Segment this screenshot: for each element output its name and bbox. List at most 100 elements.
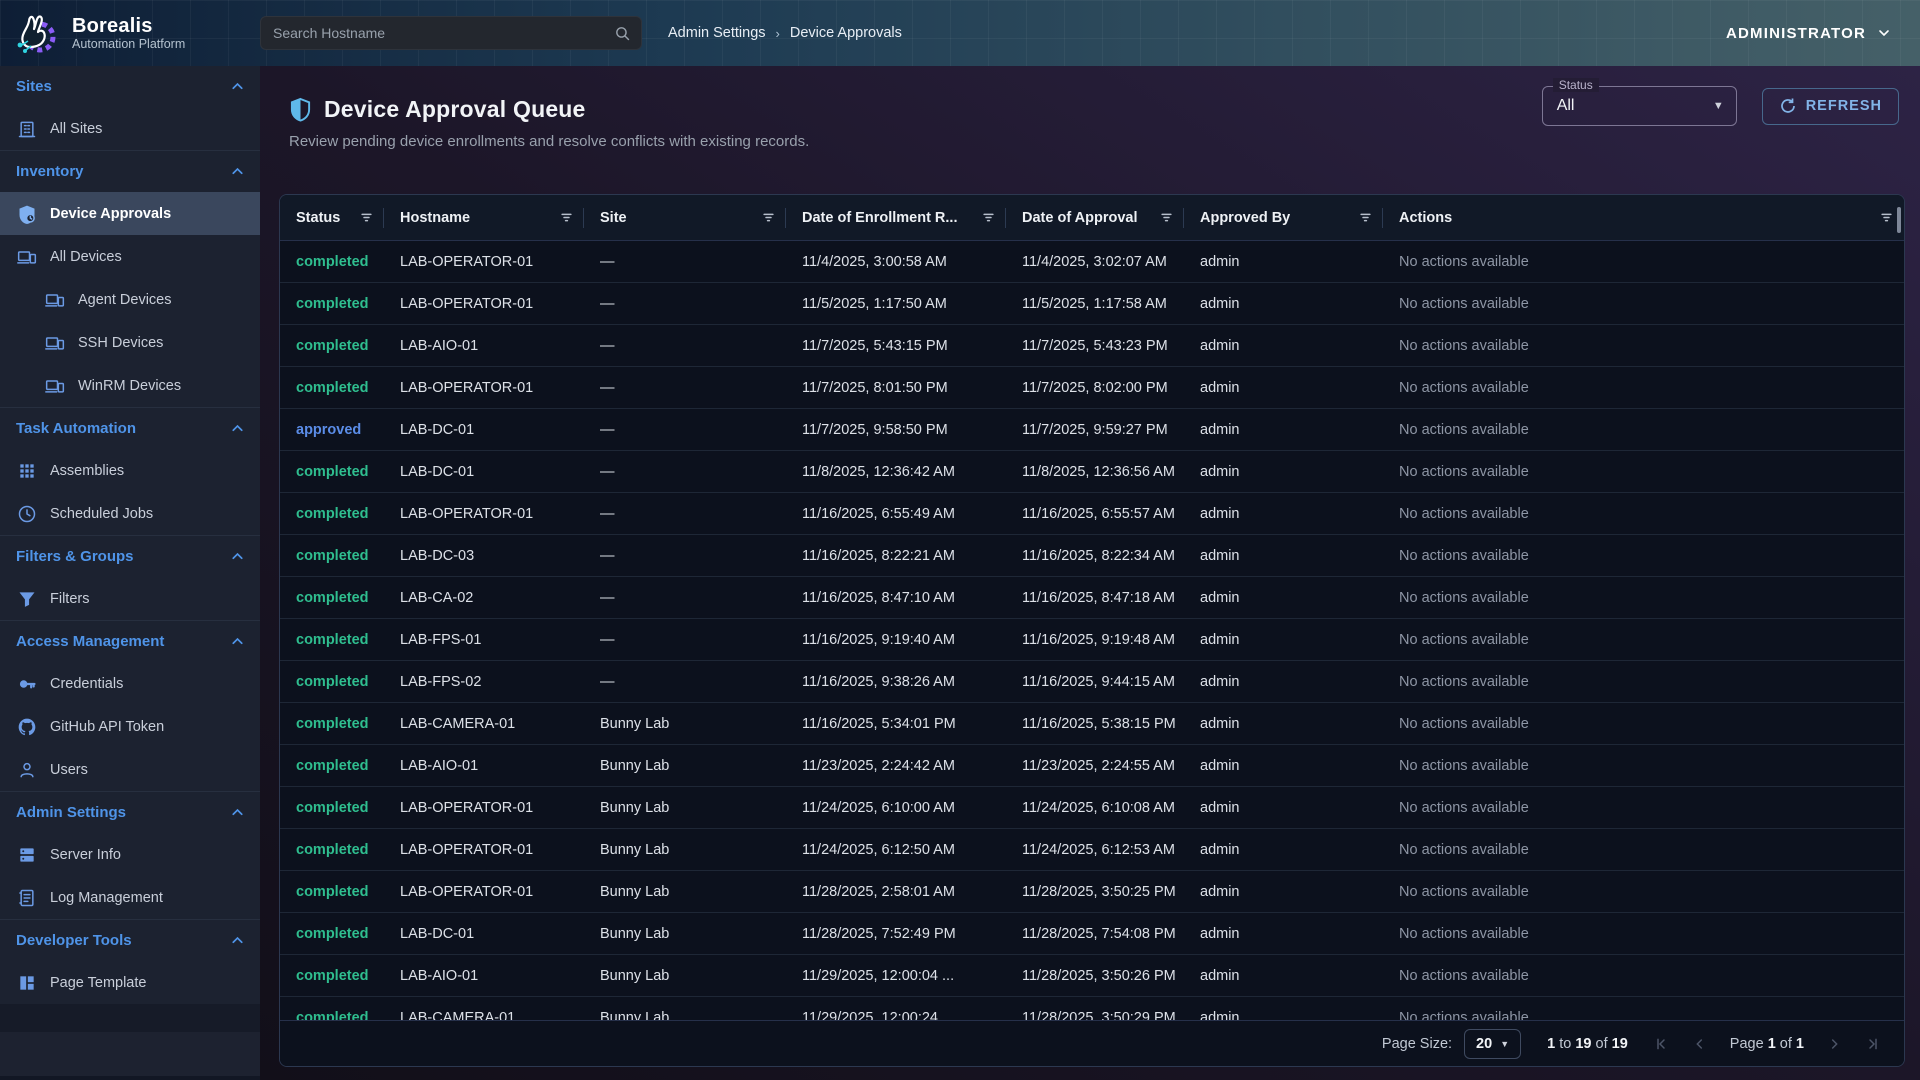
previous-page-button[interactable] bbox=[1692, 1036, 1708, 1052]
chevron-up-icon[interactable] bbox=[229, 420, 246, 437]
sidebar-item-log-management[interactable]: Log Management bbox=[0, 876, 260, 919]
cell-status: completed bbox=[280, 451, 384, 492]
column-filter-icon[interactable] bbox=[1151, 210, 1174, 225]
sidebar-item-filters[interactable]: Filters bbox=[0, 577, 260, 620]
status-filter-select[interactable]: Status All ▼ bbox=[1542, 86, 1737, 126]
first-page-button[interactable] bbox=[1654, 1036, 1670, 1052]
column-header-date-of-approval[interactable]: Date of Approval bbox=[1006, 195, 1184, 240]
cell-site: — bbox=[584, 661, 786, 702]
column-header-approved-by[interactable]: Approved By bbox=[1184, 195, 1383, 240]
cell-enrolled: 11/29/2025, 12:00:24 ... bbox=[786, 997, 1006, 1020]
cell-approved_by: admin bbox=[1184, 325, 1383, 366]
chevron-up-icon[interactable] bbox=[229, 163, 246, 180]
table-row[interactable]: completedLAB-DC-03—11/16/2025, 8:22:21 A… bbox=[280, 535, 1904, 577]
page-size-select[interactable]: 20 ▼ bbox=[1464, 1029, 1521, 1059]
column-filter-icon[interactable] bbox=[1871, 210, 1894, 225]
column-header-site[interactable]: Site bbox=[584, 195, 786, 240]
column-filter-icon[interactable] bbox=[351, 210, 374, 225]
sidebar-section-label: Admin Settings bbox=[16, 804, 126, 821]
chevron-up-icon[interactable] bbox=[229, 78, 246, 95]
sidebar-item-ssh-devices[interactable]: SSH Devices bbox=[0, 321, 260, 364]
cell-enrolled: 11/23/2025, 2:24:42 AM bbox=[786, 745, 1006, 786]
search-input[interactable] bbox=[273, 25, 614, 41]
sidebar-item-github-api-token[interactable]: GitHub API Token bbox=[0, 705, 260, 748]
sidebar-item-winrm-devices[interactable]: WinRM Devices bbox=[0, 364, 260, 407]
column-filter-icon[interactable] bbox=[551, 210, 574, 225]
hostname-search[interactable] bbox=[260, 16, 642, 50]
table-row[interactable]: completedLAB-FPS-01—11/16/2025, 9:19:40 … bbox=[280, 619, 1904, 661]
sidebar-item-scheduled-jobs[interactable]: Scheduled Jobs bbox=[0, 492, 260, 535]
table-row[interactable]: completedLAB-OPERATOR-01Bunny Lab11/24/2… bbox=[280, 829, 1904, 871]
table-row[interactable]: completedLAB-AIO-01—11/7/2025, 5:43:15 P… bbox=[280, 325, 1904, 367]
cell-enrolled: 11/16/2025, 5:34:01 PM bbox=[786, 703, 1006, 744]
sidebar-item-all-sites[interactable]: All Sites bbox=[0, 107, 260, 150]
column-filter-icon[interactable] bbox=[753, 210, 776, 225]
table-row[interactable]: completedLAB-DC-01—11/8/2025, 12:36:42 A… bbox=[280, 451, 1904, 493]
refresh-button[interactable]: REFRESH bbox=[1762, 88, 1899, 125]
status-filter-label: Status bbox=[1553, 78, 1599, 92]
page-subtitle: Review pending device enrollments and re… bbox=[289, 133, 1905, 150]
table-row[interactable]: approvedLAB-DC-01—11/7/2025, 9:58:50 PM1… bbox=[280, 409, 1904, 451]
column-header-date-of-enrollment-r-[interactable]: Date of Enrollment R... bbox=[786, 195, 1006, 240]
sidebar-item-all-devices[interactable]: All Devices bbox=[0, 235, 260, 278]
sidebar-item-assemblies[interactable]: Assemblies bbox=[0, 449, 260, 492]
cell-approved: 11/24/2025, 6:12:53 AM bbox=[1006, 829, 1184, 870]
header-controls: Status All ▼ REFRESH bbox=[1542, 86, 1899, 126]
cell-hostname: LAB-AIO-01 bbox=[384, 325, 584, 366]
table-row[interactable]: completedLAB-OPERATOR-01Bunny Lab11/24/2… bbox=[280, 787, 1904, 829]
sidebar-item-agent-devices[interactable]: Agent Devices bbox=[0, 278, 260, 321]
table-row[interactable]: completedLAB-OPERATOR-01—11/4/2025, 3:00… bbox=[280, 241, 1904, 283]
chevron-up-icon[interactable] bbox=[229, 932, 246, 949]
cell-site: Bunny Lab bbox=[584, 871, 786, 912]
next-page-button[interactable] bbox=[1826, 1036, 1842, 1052]
cell-site: — bbox=[584, 409, 786, 450]
search-icon[interactable] bbox=[614, 25, 631, 42]
sidebar-section-header[interactable]: Developer Tools bbox=[0, 920, 260, 961]
cell-enrolled: 11/16/2025, 8:22:21 AM bbox=[786, 535, 1006, 576]
chevron-up-icon[interactable] bbox=[229, 804, 246, 821]
sidebar-item-users[interactable]: Users bbox=[0, 748, 260, 791]
table-row[interactable]: completedLAB-AIO-01Bunny Lab11/23/2025, … bbox=[280, 745, 1904, 787]
column-filter-icon[interactable] bbox=[973, 210, 996, 225]
breadcrumb: Admin Settings › Device Approvals bbox=[668, 25, 902, 41]
sidebar-item-credentials[interactable]: Credentials bbox=[0, 662, 260, 705]
sidebar-item-page-template[interactable]: Page Template bbox=[0, 961, 260, 1004]
column-header-actions[interactable]: Actions bbox=[1383, 195, 1904, 240]
table-row[interactable]: completedLAB-DC-01Bunny Lab11/28/2025, 7… bbox=[280, 913, 1904, 955]
sidebar-section-header[interactable]: Access Management bbox=[0, 621, 260, 662]
table-row[interactable]: completedLAB-FPS-02—11/16/2025, 9:38:26 … bbox=[280, 661, 1904, 703]
table-row[interactable]: completedLAB-CAMERA-01Bunny Lab11/29/202… bbox=[280, 997, 1904, 1020]
chevron-up-icon[interactable] bbox=[229, 633, 246, 650]
sidebar-item-server-info[interactable]: Server Info bbox=[0, 833, 260, 876]
cell-status: completed bbox=[280, 577, 384, 618]
breadcrumb-admin-settings[interactable]: Admin Settings bbox=[668, 25, 766, 41]
brand[interactable]: Borealis Automation Platform bbox=[0, 7, 260, 59]
sidebar-section-header[interactable]: Task Automation bbox=[0, 408, 260, 449]
breadcrumb-device-approvals[interactable]: Device Approvals bbox=[790, 25, 902, 41]
sidebar-section-header[interactable]: Sites bbox=[0, 66, 260, 107]
chevron-up-icon[interactable] bbox=[229, 548, 246, 565]
table-row[interactable]: completedLAB-OPERATOR-01—11/7/2025, 8:01… bbox=[280, 367, 1904, 409]
column-filter-icon[interactable] bbox=[1350, 210, 1373, 225]
table-row[interactable]: completedLAB-OPERATOR-01—11/5/2025, 1:17… bbox=[280, 283, 1904, 325]
user-menu[interactable]: ADMINISTRATOR bbox=[1726, 25, 1892, 42]
last-page-button[interactable] bbox=[1864, 1036, 1880, 1052]
table-row[interactable]: completedLAB-OPERATOR-01Bunny Lab11/28/2… bbox=[280, 871, 1904, 913]
table-row[interactable]: completedLAB-CA-02—11/16/2025, 8:47:10 A… bbox=[280, 577, 1904, 619]
table-row[interactable]: completedLAB-OPERATOR-01—11/16/2025, 6:5… bbox=[280, 493, 1904, 535]
sidebar-section-header[interactable]: Filters & Groups bbox=[0, 536, 260, 577]
sidebar-item-device-approvals[interactable]: Device Approvals bbox=[0, 192, 260, 235]
column-header-status[interactable]: Status bbox=[280, 195, 384, 240]
table-row[interactable]: completedLAB-CAMERA-01Bunny Lab11/16/202… bbox=[280, 703, 1904, 745]
cell-site: — bbox=[584, 367, 786, 408]
column-header-hostname[interactable]: Hostname bbox=[384, 195, 584, 240]
cell-status: completed bbox=[280, 241, 384, 282]
sidebar-section-header[interactable]: Inventory bbox=[0, 151, 260, 192]
sidebar-section-header[interactable]: Admin Settings bbox=[0, 792, 260, 833]
brand-name: Borealis bbox=[72, 15, 185, 37]
scrollbar-thumb[interactable] bbox=[1897, 207, 1901, 233]
sidebar-item-label: Agent Devices bbox=[78, 292, 172, 308]
table-row[interactable]: completedLAB-AIO-01Bunny Lab11/29/2025, … bbox=[280, 955, 1904, 997]
cell-actions: No actions available bbox=[1383, 619, 1904, 660]
cell-approved_by: admin bbox=[1184, 451, 1383, 492]
